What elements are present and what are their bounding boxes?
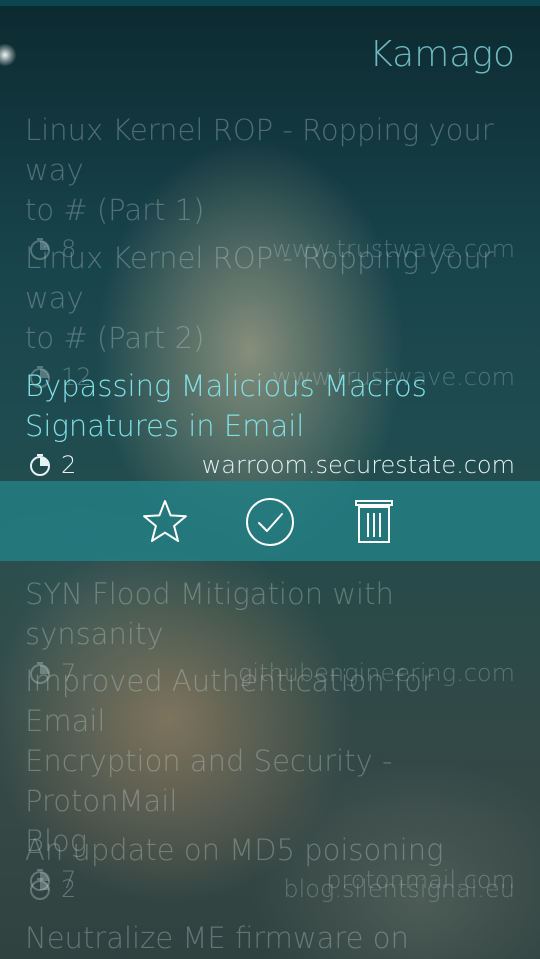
article-title: Linux Kernel ROP - Ropping your way to #…: [25, 113, 494, 227]
list-item-article-7[interactable]: Neutralize ME firmware on: [25, 918, 515, 958]
reading-time: 2: [61, 875, 77, 903]
timer-icon: [30, 878, 50, 900]
article-title: Neutralize ME firmware on: [25, 921, 409, 955]
article-title: SYN Flood Mitigation with synsanity: [25, 577, 394, 651]
timer-icon: [30, 454, 50, 476]
trash-icon[interactable]: [349, 497, 399, 547]
article-title: An update on MD5 poisoning: [25, 833, 444, 867]
list-item-article-6[interactable]: An update on MD5 poisoning 2 blog.silent…: [25, 830, 515, 908]
context-menu: [0, 481, 540, 561]
article-domain: warroom.securestate.com: [201, 451, 515, 479]
article-domain: blog.silentsignal.eu: [283, 875, 515, 903]
list-item-article-3-selected[interactable]: Bypassing Malicious Macros Signatures in…: [25, 366, 515, 484]
star-icon[interactable]: [140, 497, 190, 547]
page-title: Kamago: [369, 34, 515, 75]
status-bar: [0, 0, 540, 6]
pulley-menu-indicator: [0, 44, 16, 66]
article-title: Linux Kernel ROP - Ropping your way to #…: [25, 241, 494, 355]
article-title: Bypassing Malicious Macros Signatures in…: [25, 369, 427, 443]
reading-time: 2: [61, 451, 77, 479]
checkmark-circle-icon[interactable]: [245, 497, 295, 547]
